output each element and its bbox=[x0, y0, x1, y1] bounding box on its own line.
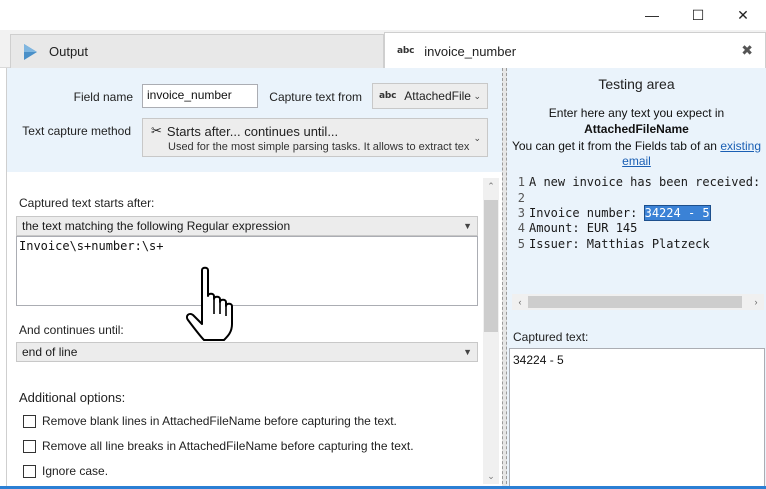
continues-until-value: end of line bbox=[22, 345, 78, 359]
hand-pointer-cursor-icon bbox=[185, 266, 233, 341]
tab-invoice-number[interactable]: abc invoice_number ✖ bbox=[384, 32, 766, 69]
vertical-scrollbar[interactable]: ⌃ ⌄ bbox=[483, 178, 499, 484]
editor-line: 5 Issuer: Matthias Platzeck bbox=[517, 237, 710, 251]
capture-from-value: AttachedFile bbox=[404, 89, 471, 103]
tab-output[interactable]: Output bbox=[10, 34, 384, 68]
testing-intro-line1: Enter here any text you expect in bbox=[548, 106, 725, 120]
capture-from-select[interactable]: abc AttachedFile ⌄ bbox=[372, 83, 488, 109]
option-label: Ignore case. bbox=[42, 464, 109, 478]
option-label: Remove blank lines in AttachedFileName b… bbox=[42, 414, 397, 428]
regex-input[interactable]: Invoice\s+number:\s+ bbox=[16, 236, 478, 306]
tab-output-label: Output bbox=[49, 44, 89, 59]
scroll-up-icon[interactable]: ⌃ bbox=[483, 178, 499, 194]
testing-intro-line4: email bbox=[507, 154, 766, 168]
editor-line: 4 Amount: EUR 145 bbox=[517, 221, 638, 235]
captured-text-label: Captured text: bbox=[513, 330, 589, 344]
chevron-down-icon: ▼ bbox=[463, 221, 472, 231]
field-config-header: Field name invoice_number Capture text f… bbox=[7, 68, 503, 172]
editor-line: 2 bbox=[517, 191, 525, 205]
scroll-right-icon[interactable]: › bbox=[748, 294, 764, 310]
testing-area-title: Testing area bbox=[598, 76, 675, 92]
editor-horizontal-scrollbar[interactable]: ‹ › bbox=[512, 294, 764, 310]
testing-intro-line3: You can get it from the Fields tab of an… bbox=[507, 139, 766, 153]
chevron-down-icon: ▼ bbox=[463, 347, 472, 357]
capture-method-title: Starts after... continues until... bbox=[166, 123, 339, 139]
tab-strip: Output abc invoice_number ✖ bbox=[0, 30, 766, 69]
additional-options-label: Additional options: bbox=[19, 390, 126, 405]
option-remove-line-breaks[interactable]: Remove all line breaks in AttachedFileNa… bbox=[23, 439, 414, 453]
option-remove-blank-lines[interactable]: Remove blank lines in AttachedFileName b… bbox=[23, 414, 397, 428]
intro-text: You can get it from the Fields tab of an bbox=[511, 139, 717, 153]
minimize-button[interactable]: — bbox=[629, 0, 675, 30]
continues-until-label: And continues until: bbox=[19, 323, 124, 337]
options-scroll-area[interactable]: Captured text starts after: the text mat… bbox=[7, 172, 503, 489]
chevron-down-icon: ⌄ bbox=[473, 133, 481, 143]
option-label: Remove all line breaks in AttachedFileNa… bbox=[42, 439, 414, 453]
abc-text-icon: abc bbox=[379, 91, 397, 101]
checkbox[interactable] bbox=[23, 439, 36, 453]
maximize-icon: ☐ bbox=[691, 6, 705, 23]
capture-method-desc: Used for the most simple parsing tasks. … bbox=[168, 141, 470, 153]
existing-email-link-part1[interactable]: existing bbox=[720, 139, 761, 153]
close-button[interactable]: ✕ bbox=[720, 0, 766, 30]
editor-line: 1A new invoice has been received: bbox=[517, 175, 761, 189]
starts-after-label: Captured text starts after: bbox=[19, 196, 155, 210]
maximize-button[interactable]: ☐ bbox=[675, 0, 721, 30]
scissors-icon: ✂ bbox=[151, 123, 162, 138]
capture-method-select[interactable]: ✂ Starts after... continues until... Use… bbox=[142, 118, 488, 157]
title-bar: — ☐ ✕ bbox=[0, 0, 766, 30]
scroll-down-icon[interactable]: ⌄ bbox=[483, 468, 499, 484]
test-text-editor[interactable]: 1A new invoice has been received: 2 3 Inv… bbox=[512, 172, 764, 296]
checkbox[interactable] bbox=[23, 464, 36, 478]
continues-until-select[interactable]: end of line ▼ bbox=[16, 342, 478, 362]
tab-invoice-number-label: invoice_number bbox=[424, 43, 517, 59]
starts-after-value: the text matching the following Regular … bbox=[22, 219, 291, 233]
scrollbar-thumb[interactable] bbox=[528, 296, 742, 308]
play-triangle-icon bbox=[24, 43, 37, 60]
minimize-icon: — bbox=[645, 7, 659, 23]
chevron-down-icon: ⌄ bbox=[473, 90, 481, 101]
scroll-left-icon[interactable]: ‹ bbox=[512, 294, 528, 310]
field-config-pane: Field name invoice_number Capture text f… bbox=[6, 68, 503, 489]
abc-text-icon: abc bbox=[397, 46, 415, 56]
field-name-label: Field name bbox=[73, 90, 133, 104]
starts-after-select[interactable]: the text matching the following Regular … bbox=[16, 216, 478, 236]
close-icon: ✕ bbox=[737, 6, 749, 23]
testing-area-pane: Testing area Enter here any text you exp… bbox=[507, 68, 766, 489]
field-name-input[interactable]: invoice_number bbox=[142, 84, 258, 108]
capture-method-label: Text capture method bbox=[22, 124, 131, 138]
existing-email-link-part2[interactable]: email bbox=[622, 154, 651, 168]
tab-close-icon[interactable]: ✖ bbox=[741, 42, 753, 59]
selected-match: 34224 - 5 bbox=[643, 205, 711, 221]
testing-intro-field: AttachedFileName bbox=[584, 122, 689, 136]
capture-from-label: Capture text from bbox=[269, 90, 362, 104]
captured-text-output: 34224 - 5 bbox=[509, 348, 765, 488]
scrollbar-thumb[interactable] bbox=[484, 200, 498, 332]
editor-line: 3 Invoice number: 34224 - 5 bbox=[517, 205, 711, 221]
checkbox[interactable] bbox=[23, 414, 36, 428]
option-ignore-case[interactable]: Ignore case. bbox=[23, 464, 108, 478]
